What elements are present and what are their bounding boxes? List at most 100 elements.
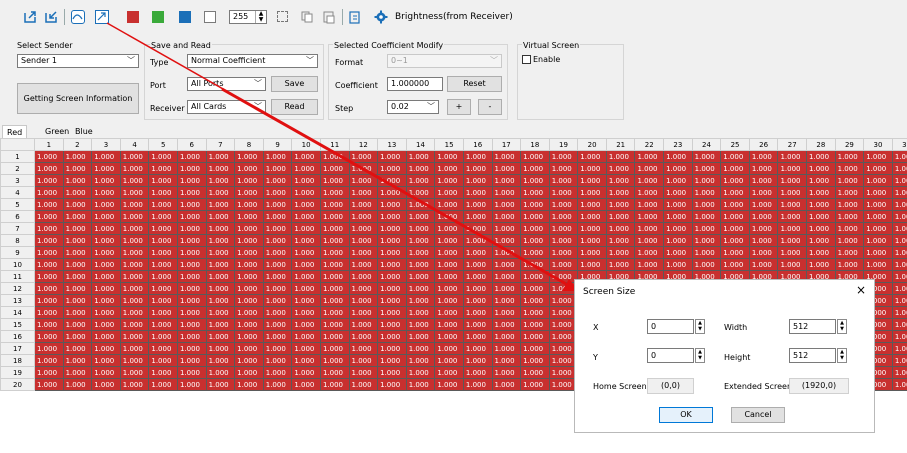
grid-cell[interactable]: 1.000 (291, 198, 321, 211)
grid-cell[interactable]: 1.000 (377, 162, 407, 175)
width-spin-arrows-icon[interactable]: ▲ ▼ (837, 319, 847, 334)
grid-cell[interactable]: 1.000 (462, 342, 493, 355)
ok-button[interactable]: OK (659, 407, 713, 423)
grid-cell[interactable]: 1.000 (462, 150, 493, 163)
grid-cell[interactable]: 1.000 (548, 234, 579, 247)
grid-cell[interactable]: 1.000 (377, 282, 407, 295)
grid-cell[interactable]: 1.000 (891, 210, 907, 223)
grid-cell[interactable]: 1.000 (291, 222, 321, 235)
grid-cell[interactable]: 1.000 (605, 198, 636, 211)
grid-cell[interactable]: 1.000 (462, 186, 493, 199)
grid-cell[interactable]: 1.000 (319, 222, 350, 235)
row-header[interactable]: 8 (0, 234, 35, 247)
grid-cell[interactable]: 1.000 (577, 150, 607, 163)
grid-cell[interactable]: 1.000 (148, 198, 178, 211)
grid-cell[interactable]: 1.000 (234, 246, 264, 259)
grid-cell[interactable]: 1.000 (34, 258, 64, 271)
grid-cell[interactable]: 1.000 (148, 246, 178, 259)
grid-cell[interactable]: 1.000 (348, 354, 379, 367)
grid-cell[interactable]: 1.000 (891, 282, 907, 295)
grid-cell[interactable]: 1.000 (234, 222, 264, 235)
grid-cell[interactable]: 1.000 (348, 270, 379, 283)
grid-cell[interactable]: 1.000 (720, 234, 750, 247)
grid-cell[interactable]: 1.000 (91, 306, 121, 319)
column-header[interactable]: 30 (863, 138, 893, 151)
grid-cell[interactable]: 1.000 (806, 258, 836, 271)
grid-cell[interactable]: 1.000 (863, 246, 893, 259)
grid-cell[interactable]: 1.000 (119, 306, 150, 319)
grid-cell[interactable]: 1.000 (262, 306, 293, 319)
grid-cell[interactable]: 1.000 (348, 342, 379, 355)
paste-icon[interactable] (322, 10, 336, 24)
grid-cell[interactable]: 1.000 (777, 198, 808, 211)
grid-cell[interactable]: 1.000 (462, 198, 493, 211)
row-header[interactable]: 3 (0, 174, 35, 187)
column-header[interactable]: 15 (434, 138, 464, 151)
height-input[interactable]: 512 ▲ ▼ (789, 348, 847, 363)
grid-cell[interactable]: 1.000 (577, 258, 607, 271)
grid-cell[interactable]: 1.000 (119, 294, 150, 307)
grid-cell[interactable]: 1.000 (434, 306, 464, 319)
grid-cell[interactable]: 1.000 (148, 366, 178, 379)
grid-cell[interactable]: 1.000 (748, 186, 779, 199)
grid-cell[interactable]: 1.000 (176, 294, 207, 307)
grid-cell[interactable]: 1.000 (62, 210, 93, 223)
grid-cell[interactable]: 1.000 (548, 174, 579, 187)
grid-cell[interactable]: 1.000 (434, 186, 464, 199)
grid-cell[interactable]: 1.000 (834, 258, 865, 271)
grid-cell[interactable]: 1.000 (234, 198, 264, 211)
row-header[interactable]: 2 (0, 162, 35, 175)
grid-cell[interactable]: 1.000 (434, 210, 464, 223)
grid-cell[interactable]: 1.000 (434, 330, 464, 343)
grid-cell[interactable]: 1.000 (234, 366, 264, 379)
grid-cell[interactable]: 1.000 (234, 354, 264, 367)
grid-cell[interactable]: 1.000 (491, 150, 522, 163)
grid-cell[interactable]: 1.000 (205, 354, 236, 367)
row-header[interactable]: 13 (0, 294, 35, 307)
grid-cell[interactable]: 1.000 (62, 258, 93, 271)
grid-cell[interactable]: 1.000 (720, 162, 750, 175)
grid-cell[interactable]: 1.000 (720, 258, 750, 271)
grid-cell[interactable]: 1.000 (806, 234, 836, 247)
grid-cell[interactable]: 1.000 (34, 330, 64, 343)
grid-cell[interactable]: 1.000 (148, 294, 178, 307)
grid-cell[interactable]: 1.000 (462, 306, 493, 319)
grid-cell[interactable]: 1.000 (291, 246, 321, 259)
grid-cell[interactable]: 1.000 (663, 150, 693, 163)
grid-cell[interactable]: 1.000 (462, 270, 493, 283)
grid-cell[interactable]: 1.000 (234, 342, 264, 355)
grid-cell[interactable]: 1.000 (663, 246, 693, 259)
grid-cell[interactable]: 1.000 (806, 222, 836, 235)
grid-cell[interactable]: 1.000 (262, 330, 293, 343)
grid-cell[interactable]: 1.000 (262, 378, 293, 391)
grid-cell[interactable]: 1.000 (748, 222, 779, 235)
grid-cell[interactable]: 1.000 (891, 222, 907, 235)
grid-cell[interactable]: 1.000 (234, 330, 264, 343)
grid-cell[interactable]: 1.000 (377, 342, 407, 355)
step-select[interactable]: 0.02 ﹀ (387, 100, 439, 114)
row-header[interactable]: 10 (0, 258, 35, 271)
grid-cell[interactable]: 1.000 (891, 378, 907, 391)
grid-cell[interactable]: 1.000 (34, 198, 64, 211)
column-header[interactable]: 16 (462, 138, 493, 151)
grid-cell[interactable]: 1.000 (605, 234, 636, 247)
grid-cell[interactable]: 1.000 (348, 234, 379, 247)
grid-cell[interactable]: 1.000 (119, 150, 150, 163)
column-header[interactable]: 4 (119, 138, 150, 151)
grid-cell[interactable]: 1.000 (234, 306, 264, 319)
export-icon[interactable] (23, 10, 37, 24)
grid-cell[interactable]: 1.000 (405, 150, 436, 163)
save-button[interactable]: Save (271, 76, 318, 92)
grid-cell[interactable]: 1.000 (405, 174, 436, 187)
grid-cell[interactable]: 1.000 (148, 318, 178, 331)
grid-cell[interactable]: 1.000 (62, 234, 93, 247)
grid-cell[interactable]: 1.000 (434, 342, 464, 355)
grid-cell[interactable]: 1.000 (691, 186, 722, 199)
grid-cell[interactable]: 1.000 (691, 174, 722, 187)
grid-cell[interactable]: 1.000 (34, 186, 64, 199)
grid-cell[interactable]: 1.000 (262, 150, 293, 163)
grid-cell[interactable]: 1.000 (720, 150, 750, 163)
grid-cell[interactable]: 1.000 (634, 198, 665, 211)
grid-cell[interactable]: 1.000 (91, 270, 121, 283)
grid-cell[interactable]: 1.000 (405, 294, 436, 307)
